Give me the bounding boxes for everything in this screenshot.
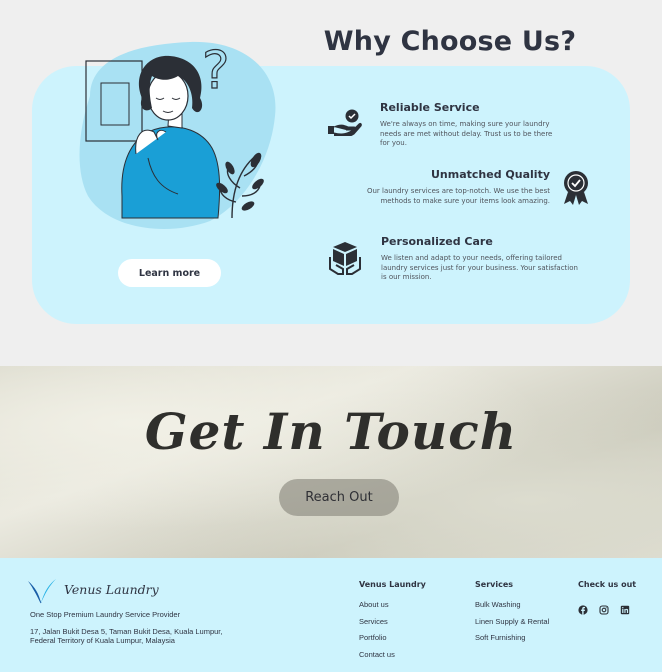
footer-link-soft-furnishing[interactable]: Soft Furnishing [475,633,525,642]
why-choose-us-section: Why Choose Us? ? Learn more Reliable Ser… [0,0,662,366]
hands-box-icon [329,242,361,275]
feature-description: We listen and adapt to your needs, offer… [381,254,578,282]
section-title: Why Choose Us? [323,26,577,57]
footer-column-heading: Venus Laundry [359,580,426,589]
footer-column-services: Services Bulk Washing Linen Supply & Ren… [475,580,549,650]
footer-column-social: Check us out [578,580,637,615]
feature-title: Personalized Care [381,235,493,248]
get-in-touch-title: Get In Touch [144,402,518,461]
footer-link-portfolio[interactable]: Portfolio [359,633,387,642]
feature-title: Reliable Service [380,101,480,114]
company-address: 17, Jalan Bukit Desa 5, Taman Bukit Desa… [30,627,223,646]
feature-description: Our laundry services are top-notch. We u… [366,187,550,205]
feature-unmatched-quality: Unmatched Quality Our laundry services a… [365,168,550,206]
hand-check-icon [328,109,362,136]
site-footer: Venus Laundry One Stop Premium Laundry S… [0,558,662,672]
footer-column-heading: Services [475,580,514,589]
linkedin-icon[interactable] [620,602,630,615]
footer-link-services[interactable]: Services [359,617,388,626]
social-links [578,602,636,615]
svg-text:?: ? [202,41,230,101]
footer-link-about[interactable]: About us [359,600,389,609]
reach-out-button[interactable]: Reach Out [279,479,399,516]
footer-column-company: Venus Laundry About us Services Portfoli… [359,580,426,666]
footer-link-linen-supply[interactable]: Linen Supply & Rental [475,617,549,626]
brand-tagline: One Stop Premium Laundry Service Provide… [30,610,181,619]
feature-title: Unmatched Quality [431,168,550,181]
instagram-icon[interactable] [599,602,609,615]
feature-description: We're always on time, making sure your l… [380,120,553,148]
thinking-woman-illustration: ? [79,40,276,229]
facebook-icon[interactable] [578,602,588,615]
award-badge-icon [564,171,588,205]
brand-name: Venus Laundry [64,582,159,597]
footer-link-contact[interactable]: Contact us [359,650,395,659]
venus-laundry-logo-icon[interactable] [27,578,57,604]
feature-reliable-service: Reliable Service We're always on time, m… [380,101,560,149]
feature-personalized-care: Personalized Care We listen and adapt to… [381,235,579,283]
footer-link-bulk-washing[interactable]: Bulk Washing [475,600,521,609]
footer-column-heading: Check us out [578,580,637,589]
learn-more-button[interactable]: Learn more [118,259,221,287]
get-in-touch-section: Get In Touch Reach Out [0,366,662,558]
